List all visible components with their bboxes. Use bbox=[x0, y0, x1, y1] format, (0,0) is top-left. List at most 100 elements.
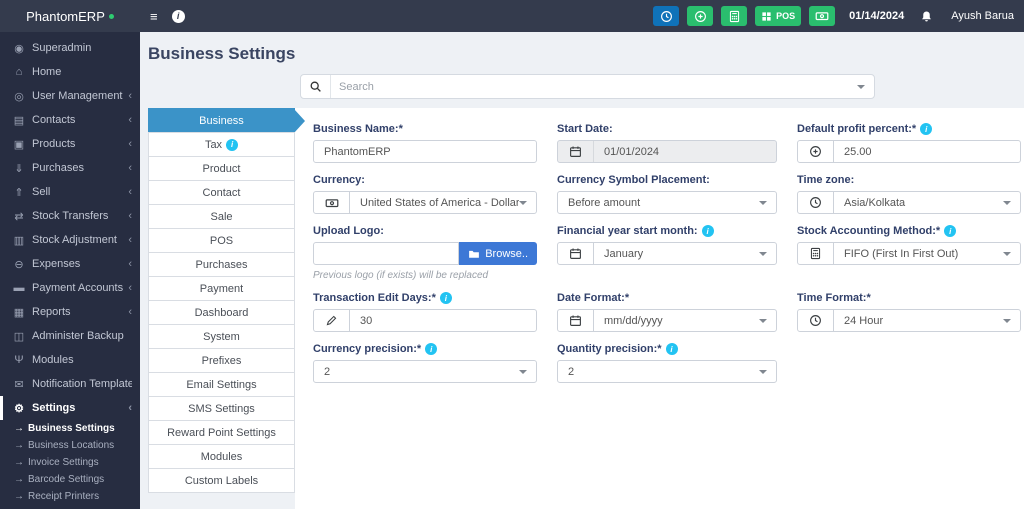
tab-modules[interactable]: Modules bbox=[148, 444, 295, 469]
sidebar-item-stock-transfers[interactable]: ⇄ Stock Transfers ‹ bbox=[0, 204, 140, 228]
sidebar-item-contacts[interactable]: ▤ Contacts ‹ bbox=[0, 108, 140, 132]
sidebar-item-label: Administer Backup bbox=[32, 330, 124, 342]
currency-label: Currency: bbox=[313, 174, 365, 186]
sidebar-subitem-label: Business Settings bbox=[28, 423, 115, 434]
sidebar-item-reports[interactable]: ▦ Reports ‹ bbox=[0, 300, 140, 324]
calculator-icon bbox=[798, 243, 834, 264]
user-menu[interactable]: Ayush Barua bbox=[951, 10, 1014, 22]
upload-logo-label: Upload Logo: bbox=[313, 225, 384, 237]
chevron-left-icon: ‹ bbox=[128, 210, 132, 222]
pos-button[interactable]: POS bbox=[755, 6, 802, 26]
app-logo[interactable]: PhantomERP bbox=[0, 0, 140, 32]
sidebar-subitem-business-settings[interactable]: → Business Settings bbox=[0, 420, 140, 437]
tab-product[interactable]: Product bbox=[148, 156, 295, 181]
cash-register-button[interactable] bbox=[809, 6, 836, 26]
sidebar-item-label: Contacts bbox=[32, 114, 76, 126]
notifications-bell-icon[interactable] bbox=[920, 10, 933, 23]
date-format-select[interactable]: mm/dd/yyyy bbox=[557, 309, 777, 332]
tab-tax[interactable]: Tax bbox=[148, 132, 295, 157]
app-name: PhantomERP bbox=[26, 8, 105, 24]
sidebar-item-payment-accounts[interactable]: ▬ Payment Accounts ‹ bbox=[0, 276, 140, 300]
sidebar-item-administer-backup[interactable]: ◫ Administer Backup bbox=[0, 324, 140, 348]
sidebar-subitem-business-locations[interactable]: → Business Locations bbox=[0, 437, 140, 454]
tab-purchases[interactable]: Purchases bbox=[148, 252, 295, 277]
tab-contact[interactable]: Contact bbox=[148, 180, 295, 205]
sidebar-item-label: Payment Accounts bbox=[32, 282, 124, 294]
time-format-select[interactable]: 24 Hour bbox=[797, 309, 1021, 332]
tab-sale[interactable]: Sale bbox=[148, 204, 295, 229]
sidebar-item-expenses[interactable]: ⊖ Expenses ‹ bbox=[0, 252, 140, 276]
arrow-right-icon: → bbox=[14, 491, 24, 502]
sidebar-item-modules[interactable]: Ψ Modules bbox=[0, 348, 140, 372]
sidebar-item-home[interactable]: ⌂ Home bbox=[0, 60, 140, 84]
chevron-left-icon: ‹ bbox=[128, 402, 132, 414]
chevron-left-icon: ‹ bbox=[128, 114, 132, 126]
field-quantity-precision: Quantity precision:* 2 bbox=[557, 341, 777, 383]
settings-tabs: Business Tax Product Contact Sale POS Pu… bbox=[148, 108, 305, 493]
stock-accounting-method-select[interactable]: FIFO (First In First Out) bbox=[797, 242, 1021, 265]
field-time-zone: Time zone: Asia/Kolkata bbox=[797, 172, 1021, 214]
currency-select[interactable]: United States of America - Dollars(USD) bbox=[313, 191, 537, 214]
pencil-icon bbox=[314, 310, 350, 331]
tab-prefixes[interactable]: Prefixes bbox=[148, 348, 295, 373]
sidebar-item-sell[interactable]: ⇑ Sell ‹ bbox=[0, 180, 140, 204]
folder-icon bbox=[468, 248, 480, 260]
currency-symbol-placement-select[interactable]: Before amount bbox=[557, 191, 777, 214]
sidebar-subitem-barcode-settings[interactable]: → Barcode Settings bbox=[0, 471, 140, 488]
info-icon bbox=[665, 343, 678, 355]
tab-dashboard[interactable]: Dashboard bbox=[148, 300, 295, 325]
tab-payment[interactable]: Payment bbox=[148, 276, 295, 301]
tab-reward-point-settings[interactable]: Reward Point Settings bbox=[148, 420, 295, 445]
sidebar-item-user-management[interactable]: ◎ User Management ‹ bbox=[0, 84, 140, 108]
business-name-input[interactable]: PhantomERP bbox=[313, 140, 537, 163]
sidebar-item-superadmin[interactable]: ◉ Superadmin bbox=[0, 36, 140, 60]
clock-in-button[interactable] bbox=[653, 6, 680, 26]
sidebar-item-settings[interactable]: ⚙ Settings ‹ bbox=[0, 396, 140, 420]
cubes-icon: ▣ bbox=[13, 138, 25, 151]
hamburger-menu-icon[interactable]: ≡ bbox=[150, 9, 158, 24]
field-business-name: Business Name:* PhantomERP bbox=[313, 121, 537, 163]
currency-precision-select[interactable]: 2 bbox=[313, 360, 537, 383]
sidebar-item-label: Modules bbox=[32, 354, 74, 366]
browse-button[interactable]: Browse.. bbox=[459, 242, 537, 265]
clock-icon bbox=[660, 10, 673, 23]
hdd-icon: ◫ bbox=[13, 330, 25, 343]
sidebar-item-label: Home bbox=[32, 66, 62, 78]
info-icon bbox=[944, 225, 957, 237]
sidebar-item-label: Purchases bbox=[32, 162, 84, 174]
quantity-precision-select[interactable]: 2 bbox=[557, 360, 777, 383]
chart-bar-icon: ▦ bbox=[13, 306, 25, 319]
sidebar-subitem-invoice-settings[interactable]: → Invoice Settings bbox=[0, 454, 140, 471]
sidebar-item-stock-adjustment[interactable]: ▥ Stock Adjustment ‹ bbox=[0, 228, 140, 252]
sidebar-item-purchases[interactable]: ⇓ Purchases ‹ bbox=[0, 156, 140, 180]
tab-system[interactable]: System bbox=[148, 324, 295, 349]
database-icon: ▥ bbox=[13, 234, 25, 247]
users-icon: ◉ bbox=[14, 42, 24, 55]
add-new-button[interactable] bbox=[687, 6, 714, 26]
field-currency-precision: Currency precision:* 2 bbox=[313, 341, 537, 383]
tab-business[interactable]: Business bbox=[148, 108, 305, 133]
sidebar-item-products[interactable]: ▣ Products ‹ bbox=[0, 132, 140, 156]
upload-logo-file-input[interactable] bbox=[313, 242, 460, 265]
status-dot-icon bbox=[108, 13, 114, 19]
sidebar-subitem-receipt-printers[interactable]: → Receipt Printers bbox=[0, 488, 140, 505]
tab-email-settings[interactable]: Email Settings bbox=[148, 372, 295, 397]
default-profit-percent-input[interactable]: 25.00 bbox=[797, 140, 1021, 163]
tab-pos[interactable]: POS bbox=[148, 228, 295, 253]
financial-year-start-month-select[interactable]: January bbox=[557, 242, 777, 265]
calculator-button[interactable] bbox=[721, 6, 748, 26]
start-date-label: Start Date: bbox=[557, 123, 613, 135]
caret-down-icon bbox=[519, 369, 527, 374]
tab-custom-labels[interactable]: Custom Labels bbox=[148, 468, 295, 493]
time-zone-select[interactable]: Asia/Kolkata bbox=[797, 191, 1021, 214]
caret-down-icon bbox=[759, 200, 767, 205]
caret-down-icon bbox=[519, 200, 527, 205]
calendar-icon bbox=[558, 243, 594, 264]
tab-sms-settings[interactable]: SMS Settings bbox=[148, 396, 295, 421]
sidebar-subitem-label: Barcode Settings bbox=[28, 474, 105, 485]
info-icon[interactable]: i bbox=[171, 9, 185, 23]
calendar-icon bbox=[558, 141, 594, 162]
transaction-edit-days-input[interactable]: 30 bbox=[313, 309, 537, 332]
search-input[interactable] bbox=[331, 80, 857, 93]
sidebar-item-notification-templates[interactable]: ✉ Notification Templates bbox=[0, 372, 140, 396]
